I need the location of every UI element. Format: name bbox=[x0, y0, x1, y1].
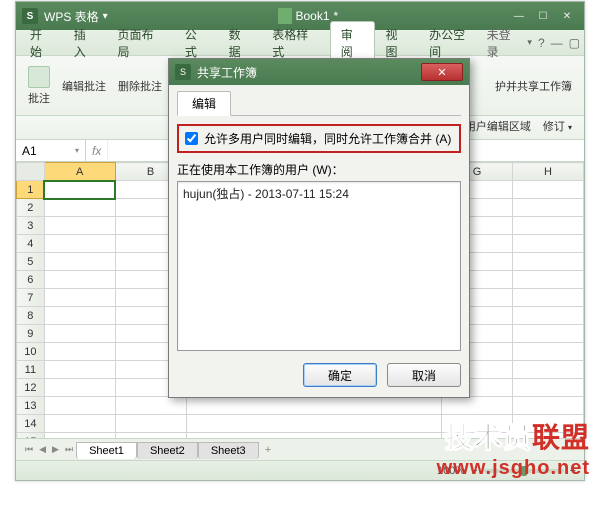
menu-right: 未登录 ▾ ? — ▢ bbox=[487, 26, 580, 60]
watermark-part2: 联盟 bbox=[532, 422, 590, 453]
row-header-2[interactable]: 2 bbox=[17, 199, 45, 217]
help-icon[interactable]: ? bbox=[538, 36, 545, 50]
row-header-10[interactable]: 10 bbox=[17, 343, 45, 361]
row-header-13[interactable]: 13 bbox=[17, 397, 45, 415]
user-entry[interactable]: hujun(独占) - 2013-07-11 15:24 bbox=[183, 185, 455, 202]
tab-nav-last-icon[interactable]: ⏭ bbox=[62, 444, 76, 455]
row-header-9[interactable]: 9 bbox=[17, 325, 45, 343]
menu-bar: 开始 插入 页面布局 公式 数据 表格样式 审阅 视图 办公空间 未登录 ▾ ?… bbox=[16, 30, 584, 56]
row-header-14[interactable]: 14 bbox=[17, 415, 45, 433]
window-controls: — ☐ ✕ bbox=[508, 8, 578, 24]
login-label[interactable]: 未登录 bbox=[487, 26, 522, 60]
minimize-button[interactable]: — bbox=[508, 8, 530, 24]
allow-multi-user-checkbox-row[interactable]: 允许多用户同时编辑，同时允许工作簿合并 (A) bbox=[177, 124, 461, 153]
row-header-1[interactable]: 1 bbox=[17, 181, 45, 199]
maximize-button[interactable]: ☐ bbox=[532, 8, 554, 24]
sheet-tab-3[interactable]: Sheet3 bbox=[198, 442, 259, 459]
sheet-tab-2[interactable]: Sheet2 bbox=[137, 442, 198, 459]
watermark-url: www.jsgho.net bbox=[437, 457, 590, 480]
row-header-11[interactable]: 11 bbox=[17, 361, 45, 379]
allow-multi-user-label: 允许多用户同时编辑，同时允许工作簿合并 (A) bbox=[204, 130, 451, 147]
close-button[interactable]: ✕ bbox=[556, 8, 578, 24]
comment-button[interactable]: 批注 bbox=[24, 64, 54, 108]
revise-label: 修订 bbox=[543, 121, 565, 133]
dialog-titlebar[interactable]: S 共享工作簿 ✕ bbox=[169, 59, 469, 85]
select-all-corner[interactable] bbox=[17, 163, 45, 181]
fx-button[interactable]: fx bbox=[86, 140, 108, 161]
name-box-dropdown-icon[interactable]: ▾ bbox=[75, 146, 79, 155]
row-header-7[interactable]: 7 bbox=[17, 289, 45, 307]
name-box[interactable]: A1 ▾ bbox=[16, 140, 86, 161]
watermark-text: 技术员联盟 bbox=[445, 416, 590, 456]
menu-start[interactable]: 开始 bbox=[20, 22, 64, 64]
ribbon-options-icon[interactable]: ▢ bbox=[569, 36, 580, 50]
row-header-4[interactable]: 4 bbox=[17, 235, 45, 253]
dialog-close-button[interactable]: ✕ bbox=[421, 63, 463, 81]
sheet-tab-1[interactable]: Sheet1 bbox=[76, 442, 137, 459]
tab-nav-next-icon[interactable]: ▶ bbox=[49, 444, 62, 455]
dialog-buttons: 确定 取消 bbox=[177, 363, 461, 387]
row-header-3[interactable]: 3 bbox=[17, 217, 45, 235]
menu-pagelayout[interactable]: 页面布局 bbox=[107, 22, 174, 64]
revise-button[interactable]: 修订 ▾ bbox=[539, 116, 576, 136]
share-workbook-button[interactable]: 护并共享工作簿 bbox=[491, 76, 576, 96]
dialog-body: 编辑 允许多用户同时编辑，同时允许工作簿合并 (A) 正在使用本工作簿的用户 (… bbox=[169, 85, 469, 397]
allow-multi-user-checkbox[interactable] bbox=[185, 132, 198, 145]
col-header-A[interactable]: A bbox=[44, 163, 115, 181]
dialog-icon: S bbox=[175, 64, 191, 80]
col-header-H[interactable]: H bbox=[513, 163, 584, 181]
row-header-8[interactable]: 8 bbox=[17, 307, 45, 325]
comment-label: 批注 bbox=[28, 90, 50, 106]
share-workbook-dialog: S 共享工作簿 ✕ 编辑 允许多用户同时编辑，同时允许工作簿合并 (A) 正在使… bbox=[168, 58, 470, 398]
current-users-list[interactable]: hujun(独占) - 2013-07-11 15:24 bbox=[177, 181, 461, 351]
comment-icon bbox=[28, 66, 50, 88]
ribbon-right-group: 护并共享工作簿 bbox=[491, 76, 576, 96]
cell-A1[interactable] bbox=[44, 181, 115, 199]
ribbon-minimize-icon[interactable]: — bbox=[551, 36, 563, 50]
row-header-5[interactable]: 5 bbox=[17, 253, 45, 271]
add-sheet-button[interactable]: + bbox=[259, 444, 277, 456]
cancel-button[interactable]: 取消 bbox=[387, 363, 461, 387]
dialog-tab-edit[interactable]: 编辑 bbox=[177, 91, 231, 116]
ok-button[interactable]: 确定 bbox=[303, 363, 377, 387]
row-header-6[interactable]: 6 bbox=[17, 271, 45, 289]
dialog-tabs: 编辑 bbox=[177, 91, 461, 116]
dialog-title: 共享工作簿 bbox=[197, 64, 421, 81]
tab-nav-prev-icon[interactable]: ◀ bbox=[36, 444, 49, 455]
menu-insert[interactable]: 插入 bbox=[64, 22, 108, 64]
row-header-12[interactable]: 12 bbox=[17, 379, 45, 397]
name-box-value: A1 bbox=[22, 144, 37, 158]
main-window: S WPS 表格 ▾ Book1 * — ☐ ✕ 开始 插入 页面布局 公式 数… bbox=[15, 1, 585, 481]
delete-comment-button[interactable]: 删除批注 bbox=[114, 76, 166, 96]
watermark-part1: 技术员 bbox=[445, 422, 532, 453]
current-users-label: 正在使用本工作簿的用户 (W)： bbox=[177, 161, 461, 178]
tab-nav-first-icon[interactable]: ⏮ bbox=[22, 444, 36, 455]
edit-comment-button[interactable]: 编辑批注 bbox=[58, 76, 110, 96]
login-dropdown-icon[interactable]: ▾ bbox=[527, 37, 532, 48]
